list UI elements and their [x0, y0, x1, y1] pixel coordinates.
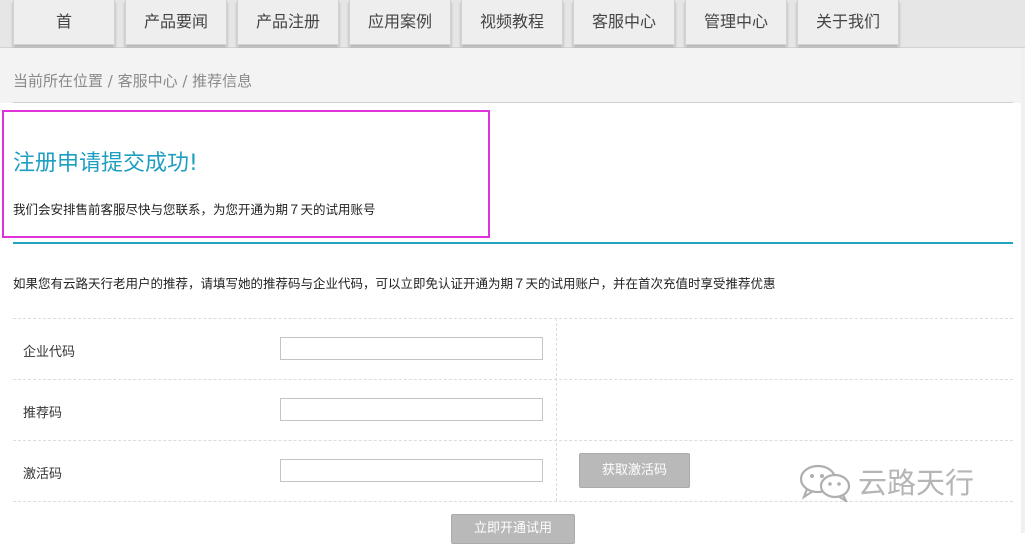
- scrollbar-track[interactable]: [1021, 48, 1025, 533]
- nav-management-center[interactable]: 管理中心: [685, 0, 787, 45]
- watermark-text: 云路天行: [858, 466, 975, 500]
- form-row-company-code: 企业代码: [13, 318, 1013, 379]
- start-trial-button[interactable]: 立即开通试用: [451, 514, 575, 544]
- nav-home[interactable]: 首页: [13, 0, 115, 75]
- breadcrumb: 当前所在位置 / 客服中心 / 推荐信息: [13, 72, 253, 90]
- success-message: 我们会安排售前客服尽快与您联系，为您开通为期７天的试用账号: [13, 202, 376, 217]
- success-title: 注册申请提交成功!: [13, 151, 198, 176]
- form-column-divider: [556, 318, 557, 501]
- nav-product-news[interactable]: 产品要闻: [125, 0, 227, 45]
- referral-intro: 如果您有云路天行老用户的推荐，请填写她的推荐码与企业代码，可以立即免认证开通为期…: [13, 276, 776, 291]
- company-code-label: 企业代码: [23, 345, 76, 360]
- divider: [13, 102, 1013, 103]
- nav-cases[interactable]: 应用案例: [349, 0, 451, 45]
- activation-code-input[interactable]: [280, 459, 543, 482]
- nav-product-register[interactable]: 产品注册: [237, 0, 339, 45]
- nav-about-us[interactable]: 关于我们: [797, 0, 899, 45]
- nav-video-tutorials[interactable]: 视频教程: [461, 0, 563, 45]
- accent-divider: [13, 242, 1013, 244]
- activation-code-label: 激活码: [23, 467, 63, 482]
- wechat-icon: [799, 464, 851, 502]
- form-row-referral-code: 推荐码: [13, 379, 1013, 440]
- referral-code-input[interactable]: [280, 398, 543, 421]
- get-activation-code-button[interactable]: 获取激活码: [579, 453, 690, 488]
- company-code-input[interactable]: [280, 337, 543, 360]
- nav-support-center[interactable]: 客服中心: [573, 0, 675, 45]
- referral-code-label: 推荐码: [23, 406, 63, 421]
